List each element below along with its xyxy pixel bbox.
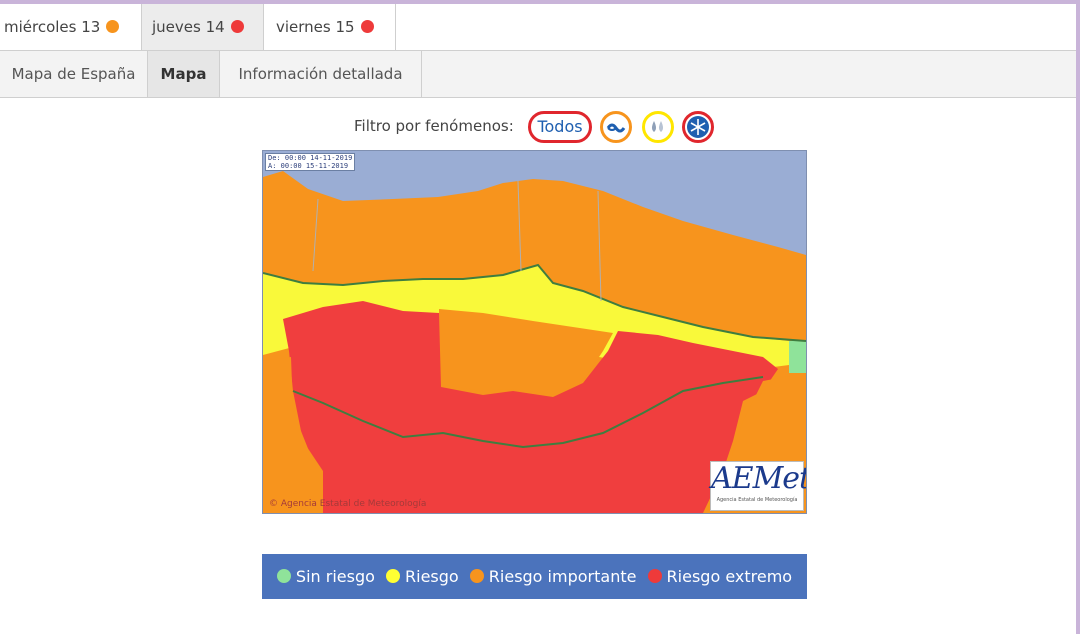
aemet-logo: AEMet Agencia Estatal de Meteorología (710, 461, 807, 511)
filter-wind-waves-button[interactable] (600, 111, 632, 143)
wind-waves-icon (605, 116, 627, 138)
tab-spain-map[interactable]: Mapa de España (0, 51, 148, 97)
valid-from: De: 00:00 14-11-2019 (268, 154, 353, 162)
risk-legend: Sin riesgo Riesgo Riesgo importante Ries… (262, 554, 807, 599)
map-copyright: © Agencia Estatal de Meteorología (269, 499, 427, 509)
tab-day-label: miércoles 13 (4, 18, 101, 36)
tab-day-wednesday[interactable]: miércoles 13 (0, 4, 142, 50)
filter-rain-button[interactable] (642, 111, 674, 143)
legend-label: Sin riesgo (295, 567, 375, 586)
valid-to: A: 00:00 15-11-2019 (268, 162, 349, 170)
tab-map[interactable]: Mapa (148, 51, 220, 97)
tab-day-friday[interactable]: viernes 15 (264, 4, 396, 50)
legend-item: Sin riesgo (276, 554, 375, 599)
tab-day-label: jueves 14 (152, 18, 225, 36)
zone-no-risk (789, 341, 806, 373)
warning-dot-icon (230, 19, 244, 33)
aemet-logo-text: AEMet (711, 461, 807, 496)
legend-label: Riesgo (405, 567, 459, 586)
filter-label: Filtro por fenómenos: (354, 117, 514, 135)
snowflake-icon (687, 116, 709, 138)
warning-dot-icon (360, 19, 374, 33)
green-dot-icon (276, 569, 291, 583)
tab-day-label: viernes 15 (276, 18, 355, 36)
legend-item: Riesgo importante (469, 554, 637, 599)
warnings-map[interactable]: De: 00:00 14-11-2019 A: 00:00 15-11-2019… (262, 150, 807, 514)
orange-dot-icon (469, 569, 484, 583)
rain-icon (652, 121, 663, 132)
legend-item: Riesgo extremo (647, 554, 793, 599)
view-tabs: Mapa de España Mapa Información detallad… (0, 51, 1076, 98)
day-tabs: miércoles 13 jueves 14 viernes 15 (0, 4, 1076, 51)
filter-snow-button[interactable] (682, 111, 714, 143)
warnings-map-svg (263, 151, 806, 513)
scrollbar-track[interactable] (1076, 0, 1080, 634)
legend-label: Riesgo importante (488, 567, 637, 586)
tab-detailed-info[interactable]: Información detallada (220, 51, 422, 97)
legend-label: Riesgo extremo (666, 567, 793, 586)
legend-item: Riesgo (386, 554, 459, 599)
aemet-logo-subtext: Agencia Estatal de Meteorología (716, 497, 798, 503)
red-dot-icon (647, 569, 662, 583)
warning-dot-icon (106, 19, 120, 33)
filter-all-button[interactable]: Todos (528, 111, 592, 143)
tab-day-thursday[interactable]: jueves 14 (142, 4, 264, 50)
yellow-dot-icon (386, 569, 400, 583)
validity-stamp: De: 00:00 14-11-2019 A: 00:00 15-11-2019 (265, 153, 356, 171)
